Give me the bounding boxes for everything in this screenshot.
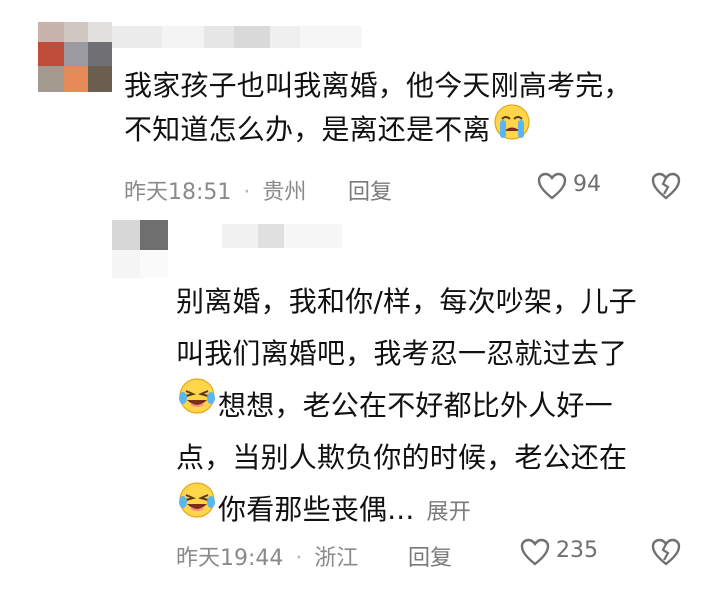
comment-line: 我家孩子也叫我离婚，他今天刚高考完， xyxy=(124,69,632,102)
comment-time: 昨天18:51 xyxy=(124,180,232,205)
reply-button[interactable]: 回复 xyxy=(408,540,452,572)
heart-icon xyxy=(537,172,567,204)
comment-text-segment: 想想，老公在不好都比外人好一 xyxy=(218,389,613,422)
comment-line: 不知道怎么办，是离还是不离 xyxy=(124,103,714,154)
comment-text-segment: 你看那些丧偶... xyxy=(218,493,415,526)
comment-time: 昨天19:44 xyxy=(176,546,284,571)
user-avatar[interactable] xyxy=(112,220,168,278)
comment-text-segment: 不知道怎么办，是离还是不离 xyxy=(124,113,491,146)
broken-heart-icon xyxy=(651,172,681,204)
dislike-button[interactable] xyxy=(651,538,681,570)
comment-location: 贵州 xyxy=(262,180,307,205)
meta-separator: · xyxy=(243,180,251,205)
comment-location: 浙江 xyxy=(314,546,359,571)
like-button[interactable]: 94 xyxy=(537,170,607,204)
comment-meta: 昨天19:44 · 浙江 xyxy=(176,540,358,572)
user-avatar[interactable] xyxy=(38,22,112,92)
broken-heart-icon xyxy=(651,538,681,570)
comment-meta: 昨天18:51 · 贵州 xyxy=(124,174,306,206)
like-count: 94 xyxy=(573,172,601,197)
comment-line: 想想，老公在不好都比外人好一 xyxy=(176,377,706,432)
reply-button[interactable]: 回复 xyxy=(348,174,392,206)
comment-line: 点，当别人欺负你的时候，老公还在 xyxy=(176,441,628,474)
comment-text: 别离婚，我和你/样，每次吵架，儿子 叫我们离婚吧，我考忍一忍就过去了 想想，老公… xyxy=(176,276,706,539)
meta-separator: · xyxy=(295,546,303,571)
laughing-crying-emoji-icon xyxy=(178,377,216,432)
heart-icon xyxy=(520,538,550,570)
laughing-crying-emoji-icon xyxy=(178,481,216,536)
comment-line: 别离婚，我和你/样，每次吵架，儿子 xyxy=(176,285,637,318)
username-censored[interactable] xyxy=(222,224,342,248)
dislike-button[interactable] xyxy=(651,172,681,204)
expand-button[interactable]: 展开 xyxy=(427,500,471,525)
comment-2: 别离婚，我和你/样，每次吵架，儿子 叫我们离婚吧，我考忍一忍就过去了 想想，老公… xyxy=(0,210,720,594)
comment-line: 你看那些丧偶... 展开 xyxy=(176,481,706,539)
username-censored[interactable] xyxy=(112,26,362,48)
crying-face-emoji-icon xyxy=(493,103,531,154)
comment-text: 我家孩子也叫我离婚，他今天刚高考完， 不知道怎么办，是离还是不离 xyxy=(124,64,714,154)
comment-line: 叫我们离婚吧，我考忍一忍就过去了 xyxy=(176,337,628,370)
like-count: 235 xyxy=(556,538,598,563)
like-button[interactable]: 235 xyxy=(520,536,610,570)
